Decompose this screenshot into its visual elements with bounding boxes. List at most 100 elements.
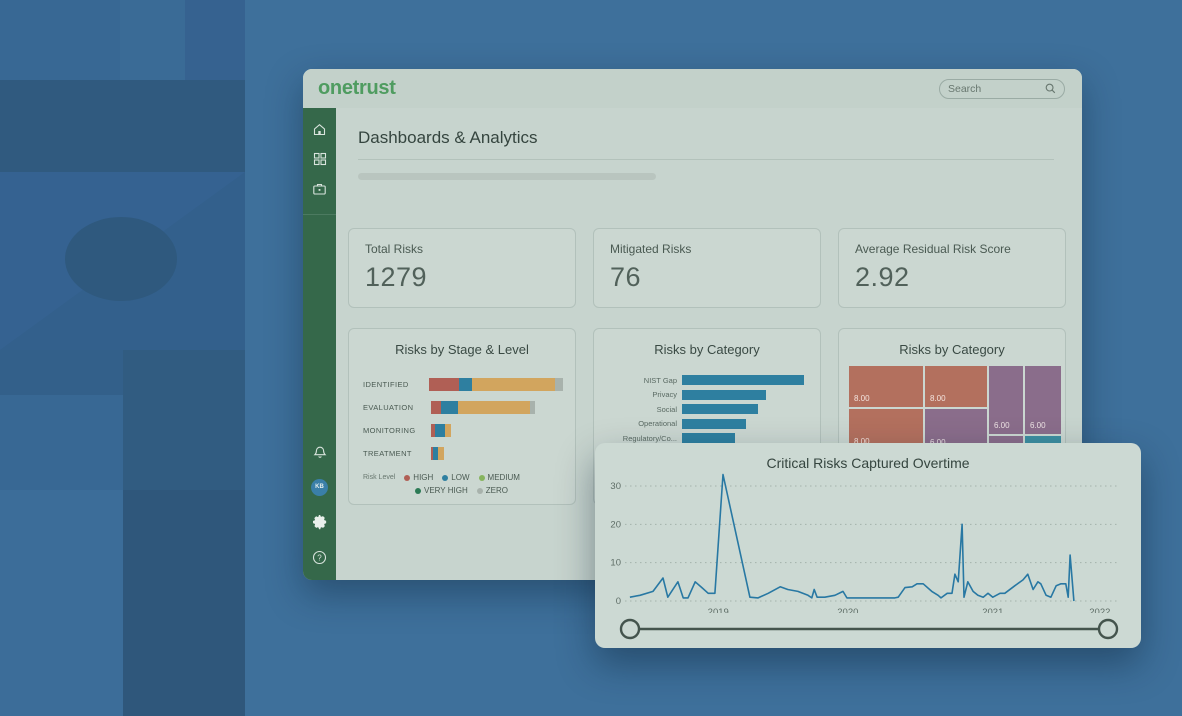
legend-item: LOW — [442, 473, 469, 482]
sidebar-item-home[interactable] — [303, 114, 336, 144]
treemap-cell-value: 6.00 — [994, 421, 1010, 430]
bg-shape — [123, 490, 245, 716]
treemap-cell: 8.00 — [925, 366, 987, 407]
kpi-value: 76 — [610, 262, 804, 293]
bar-segment-low — [459, 378, 472, 391]
legend-dot — [479, 475, 485, 481]
kpi-label: Mitigated Risks — [610, 242, 804, 256]
legend-label: HIGH — [413, 473, 433, 482]
treemap-cell: 8.00 — [849, 366, 923, 407]
treemap-cell-value: 8.00 — [930, 394, 946, 403]
stacked-bar — [429, 378, 563, 391]
legend-dot — [442, 475, 448, 481]
y-tick-label: 0 — [616, 596, 621, 607]
title-divider — [358, 159, 1054, 160]
y-tick-label: 10 — [610, 558, 621, 569]
treemap-cell-value: 8.00 — [854, 394, 870, 403]
category-bar — [682, 375, 804, 385]
stacked-bar-row: TREATMENT — [363, 442, 563, 465]
stacked-bar-chart: IDENTIFIED EVALUATION MONITORING TREATMENT — [363, 373, 563, 465]
onetrust-logo: onetrust — [318, 77, 396, 100]
bar-segment-medium — [472, 378, 555, 391]
treemap-cell: 6.00 — [989, 366, 1023, 434]
legend-title: Risk Level — [363, 474, 395, 481]
legend-label: ZERO — [486, 486, 508, 495]
kpi-card-average-residual-risk-score: Average Residual Risk Score 2.92 — [838, 228, 1066, 308]
category-bar-row: Operational — [594, 417, 810, 432]
help-icon[interactable]: ? — [303, 542, 336, 572]
kpi-card-total-risks: Total Risks 1279 — [348, 228, 576, 308]
legend-label: VERY HIGH — [424, 486, 468, 495]
bar-segment-high — [429, 378, 459, 391]
bar-segment-medium — [438, 447, 444, 460]
category-label: Regulatory/Co... — [594, 434, 682, 443]
user-avatar[interactable]: KB — [303, 472, 336, 502]
kpi-row: Total Risks 1279 Mitigated Risks 76 Aver… — [348, 228, 1066, 308]
sidebar: KB ? — [303, 108, 336, 580]
bar-segment-medium — [458, 401, 530, 414]
y-tick-label: 20 — [610, 519, 621, 530]
category-bar — [682, 419, 746, 429]
bar-segment-high — [431, 401, 441, 414]
bg-shape — [65, 217, 177, 301]
legend-item: HIGH — [404, 473, 433, 482]
category-label: Privacy — [594, 390, 682, 399]
bg-shape — [0, 350, 123, 395]
search-box[interactable] — [939, 79, 1065, 99]
bg-shape — [0, 80, 245, 172]
legend-item: VERY HIGH — [415, 486, 468, 495]
stacked-bar-row: EVALUATION — [363, 396, 563, 419]
chart-title: Critical Risks Captured Overtime — [595, 455, 1141, 471]
app-header: onetrust — [303, 69, 1082, 108]
bg-shape — [123, 350, 245, 490]
chart-title: Risks by Stage & Level — [349, 342, 575, 357]
chart-card-risks-by-stage-level: Risks by Stage & Level IDENTIFIED EVALUAT… — [348, 328, 576, 505]
y-tick-label: 30 — [610, 481, 621, 492]
slider-handle-right[interactable] — [1099, 620, 1117, 638]
settings-gear-icon[interactable] — [303, 507, 336, 537]
bar-segment-zero — [555, 378, 563, 391]
kpi-label: Average Residual Risk Score — [855, 242, 1049, 256]
treemap-cell: 6.00 — [1025, 366, 1061, 434]
stacked-bar — [431, 447, 444, 460]
slider-handle-left[interactable] — [621, 620, 639, 638]
legend-dot — [404, 475, 410, 481]
category-label: NIST Gap — [594, 376, 682, 385]
category-bar-row: Social — [594, 402, 810, 417]
sidebar-item-projects[interactable] — [303, 174, 336, 204]
chart-legend: Risk Level HIGH LOW MEDIUM VERY HIGH ZERO — [363, 473, 575, 495]
chart-title: Risks by Category — [839, 342, 1065, 357]
time-range-slider[interactable] — [595, 611, 1141, 645]
loading-skeleton-bar — [358, 173, 656, 180]
critical-risks-card: Critical Risks Captured Overtime 0 10 20 30… — [595, 443, 1141, 648]
sidebar-item-dashboards[interactable] — [303, 144, 336, 174]
notifications-bell-icon[interactable] — [303, 437, 336, 467]
category-label: MONITORING — [363, 426, 431, 435]
category-bar — [682, 404, 758, 414]
legend-dot — [477, 488, 483, 494]
bg-shape — [0, 395, 123, 490]
bar-segment-low — [441, 401, 458, 414]
category-bar — [682, 433, 735, 443]
bar-segment-low — [435, 424, 445, 437]
category-label: TREATMENT — [363, 449, 431, 458]
category-label: Operational — [594, 419, 682, 428]
legend-item: MEDIUM — [479, 473, 520, 482]
legend-item: ZERO — [477, 486, 508, 495]
bg-shape — [0, 490, 123, 716]
kpi-label: Total Risks — [365, 242, 559, 256]
category-bar-row: Privacy — [594, 388, 810, 403]
category-label: Social — [594, 405, 682, 414]
kpi-value: 1279 — [365, 262, 559, 293]
bar-segment-zero — [530, 401, 535, 414]
stacked-bar-row: MONITORING — [363, 419, 563, 442]
sidebar-divider — [303, 214, 336, 215]
stacked-bar-row: IDENTIFIED — [363, 373, 563, 396]
search-input[interactable] — [948, 83, 1045, 95]
page-title: Dashboards & Analytics — [358, 128, 1082, 148]
search-icon[interactable] — [1045, 83, 1056, 94]
stacked-bar — [431, 401, 535, 414]
legend-label: LOW — [451, 473, 469, 482]
chart-title: Risks by Category — [594, 342, 820, 357]
category-label: IDENTIFIED — [363, 380, 429, 389]
